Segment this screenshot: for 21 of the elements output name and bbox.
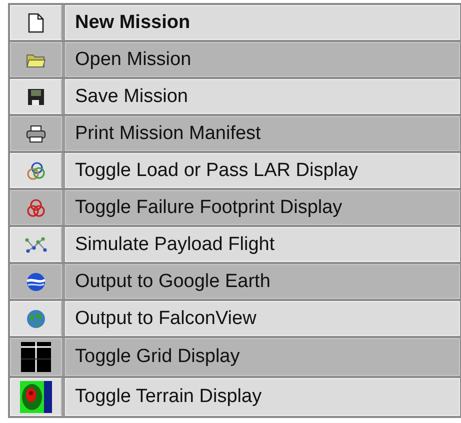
menu-item[interactable]: Toggle Grid Display (65, 338, 460, 376)
menu-item[interactable]: Save Mission (65, 79, 460, 114)
grid-icon (21, 342, 51, 372)
terrain-map-icon (20, 381, 52, 413)
menu-item[interactable]: Toggle Failure Footprint Display (65, 190, 460, 225)
printer-icon (26, 124, 46, 142)
menu-item[interactable]: Output to Google Earth (65, 264, 460, 299)
footprint-rings-icon (26, 198, 46, 218)
rings-icon (26, 160, 46, 180)
menu-item[interactable]: Print Mission Manifest (65, 116, 460, 151)
network-icon (25, 236, 47, 254)
swoosh-globe-icon (25, 272, 47, 292)
menu-heading[interactable]: New Mission (65, 5, 460, 40)
menu-item[interactable]: Open Mission (65, 42, 460, 77)
menu-item[interactable]: Toggle Load or Pass LAR Display (65, 153, 460, 188)
earth-icon (26, 308, 46, 328)
folder-icon (26, 52, 46, 68)
menu-item[interactable]: Output to FalconView (65, 301, 460, 336)
menu-item[interactable]: Toggle Terrain Display (65, 378, 460, 416)
document-icon (28, 12, 44, 32)
menu-item[interactable]: Simulate Payload Flight (65, 227, 460, 262)
